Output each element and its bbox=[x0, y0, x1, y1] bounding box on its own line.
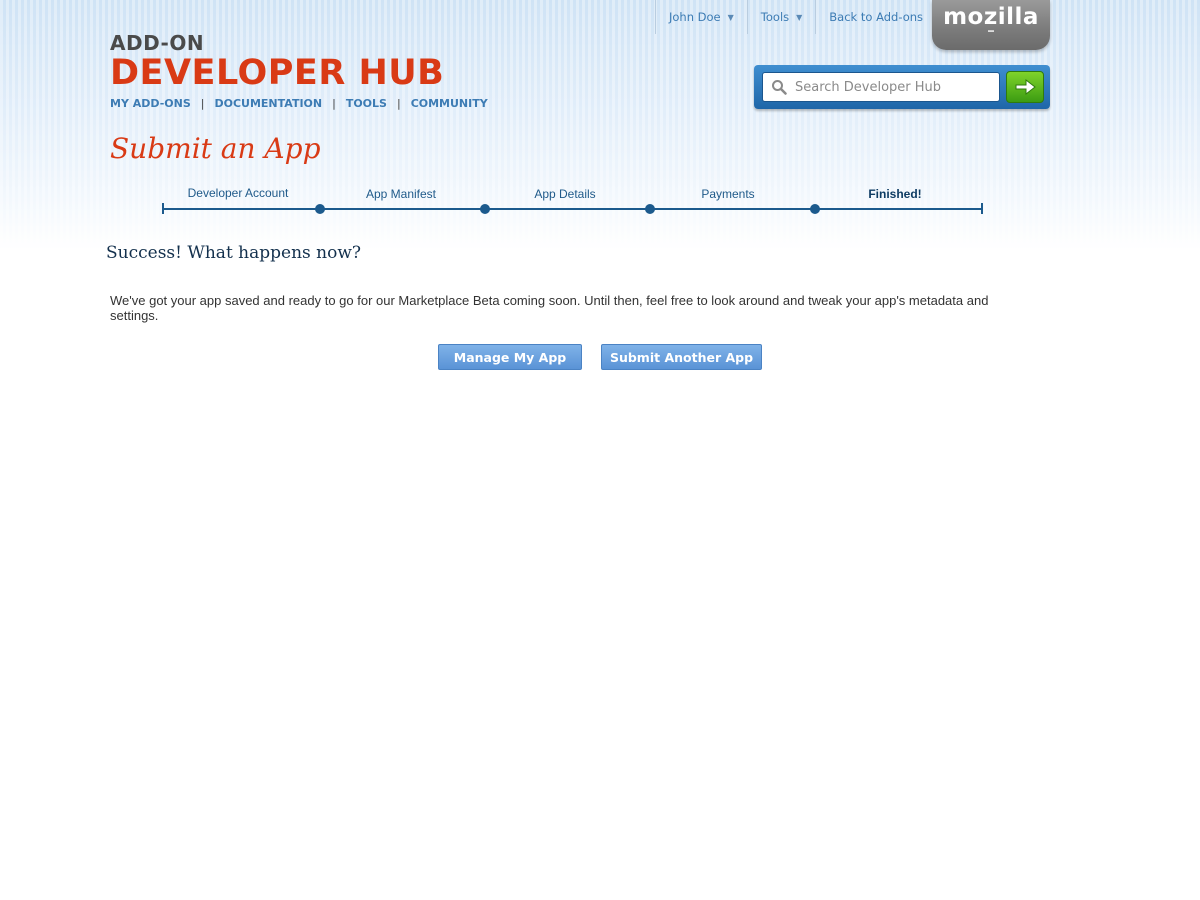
step-label-finished: Finished! bbox=[868, 187, 922, 201]
subnav-my-addons[interactable]: MY ADD-ONS bbox=[110, 97, 191, 110]
submit-another-app-button[interactable]: Submit Another App bbox=[601, 344, 762, 370]
tools-menu[interactable]: Tools ▼ bbox=[746, 0, 816, 34]
user-name: John Doe bbox=[669, 10, 721, 24]
search-box bbox=[754, 65, 1050, 109]
subnav-tools[interactable]: TOOLS bbox=[346, 97, 387, 110]
back-to-addons-link[interactable]: Back to Add-ons bbox=[815, 0, 936, 34]
progress-dot bbox=[645, 204, 655, 214]
subnav-community[interactable]: COMMUNITY bbox=[411, 97, 488, 110]
logo-line-1: ADD-ON bbox=[110, 31, 205, 55]
manage-my-app-button[interactable]: Manage My App bbox=[438, 344, 582, 370]
sub-nav: MY ADD-ONS | DOCUMENTATION | TOOLS | COM… bbox=[110, 97, 488, 110]
progress-start-tick bbox=[162, 203, 164, 214]
step-label-app-manifest: App Manifest bbox=[365, 187, 437, 201]
tools-label: Tools bbox=[760, 10, 790, 24]
page: John Doe ▼ Tools ▼ Back to Add-ons mozil… bbox=[0, 0, 1200, 900]
progress-track bbox=[162, 208, 983, 210]
subnav-separator: | bbox=[396, 97, 401, 110]
success-message: We've got your app saved and ready to go… bbox=[110, 293, 989, 323]
progress-dot bbox=[315, 204, 325, 214]
step-label-app-details: App Details bbox=[534, 187, 596, 201]
logo-line-2[interactable]: DEVELOPER HUB bbox=[110, 53, 444, 93]
subnav-separator: | bbox=[200, 97, 205, 110]
step-label-developer-account: Developer Account bbox=[187, 186, 289, 200]
search-input[interactable] bbox=[795, 73, 991, 101]
caret-down-icon: ▼ bbox=[796, 12, 803, 22]
success-heading: Success! What happens now? bbox=[106, 243, 362, 263]
page-title: Submit an App bbox=[110, 132, 321, 165]
progress-labels: Developer Account App Manifest App Detai… bbox=[0, 186, 1200, 202]
subnav-separator: | bbox=[332, 97, 336, 110]
progress-dot bbox=[480, 204, 490, 214]
progress-dot bbox=[810, 204, 820, 214]
progress-end-tick bbox=[981, 203, 983, 214]
subnav-documentation[interactable]: DOCUMENTATION bbox=[214, 97, 322, 110]
search-icon bbox=[772, 80, 787, 95]
back-label: Back to Add-ons bbox=[829, 10, 924, 24]
user-menu[interactable]: John Doe ▼ bbox=[655, 0, 747, 34]
top-nav: John Doe ▼ Tools ▼ Back to Add-ons bbox=[655, 0, 936, 34]
search-submit-button[interactable] bbox=[1006, 71, 1044, 103]
search-field-wrap bbox=[762, 72, 1000, 102]
caret-down-icon: ▼ bbox=[727, 12, 734, 22]
step-label-payments: Payments bbox=[701, 187, 755, 201]
arrow-right-icon bbox=[1015, 78, 1036, 96]
mozilla-logo-tab[interactable]: mozilla ▬ bbox=[932, 0, 1050, 50]
